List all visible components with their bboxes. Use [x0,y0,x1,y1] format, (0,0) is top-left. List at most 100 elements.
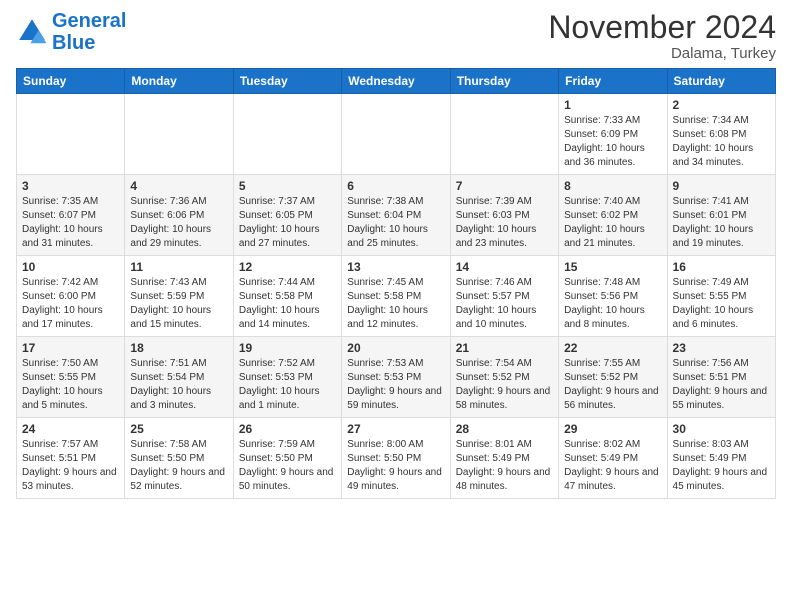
day-info: Sunrise: 8:00 AMSunset: 5:50 PMDaylight:… [347,438,444,494]
day-number: 17 [22,341,119,355]
calendar-cell [233,94,341,175]
day-number: 7 [456,179,553,193]
calendar-cell: 21Sunrise: 7:54 AMSunset: 5:52 PMDayligh… [450,337,558,418]
calendar-cell: 16 Sunrise: 7:49 AMSunset: 5:55 PMDayligh… [667,256,775,337]
day-of-week-header: Friday [559,69,667,94]
calendar-cell: 2 Sunrise: 7:34 AMSunset: 6:08 PMDaylight… [667,94,775,175]
day-info: Sunrise: 8:01 AMSunset: 5:49 PMDaylight:… [456,438,553,494]
day-info: Sunrise: 7:37 AMSunset: 6:05 PMDaylight:… [239,195,336,251]
logo: General Blue [16,10,126,54]
day-number: 19 [239,341,336,355]
day-info: Sunrise: 7:52 AMSunset: 5:53 PMDaylight:… [239,357,336,413]
day-number: 20 [347,341,444,355]
day-info: Sunrise: 7:33 AMSunset: 6:09 PMDaylight:… [564,114,661,170]
calendar-cell [342,94,450,175]
day-number: 13 [347,260,444,274]
calendar-cell: 12 Sunrise: 7:44 AMSunset: 5:58 PMDayligh… [233,256,341,337]
calendar-cell: 14 Sunrise: 7:46 AMSunset: 5:57 PMDayligh… [450,256,558,337]
calendar-week-row: 24Sunrise: 7:57 AMSunset: 5:51 PMDayligh… [17,418,776,499]
day-info: Sunrise: 7:41 AMSunset: 6:01 PMDaylight:… [673,195,770,251]
day-number: 15 [564,260,661,274]
day-number: 16 [673,260,770,274]
day-info: Sunrise: 7:58 AMSunset: 5:50 PMDaylight:… [130,438,227,494]
calendar-header-row: SundayMondayTuesdayWednesdayThursdayFrid… [17,69,776,94]
day-info: Sunrise: 7:34 AMSunset: 6:08 PMDaylight:… [673,114,770,170]
day-info: Sunrise: 7:48 AMSunset: 5:56 PMDaylight:… [564,276,661,332]
day-number: 1 [564,98,661,112]
day-info: Sunrise: 8:02 AMSunset: 5:49 PMDaylight:… [564,438,661,494]
day-info: Sunrise: 7:59 AMSunset: 5:50 PMDaylight:… [239,438,336,494]
day-of-week-header: Tuesday [233,69,341,94]
calendar-cell: 23Sunrise: 7:56 AMSunset: 5:51 PMDayligh… [667,337,775,418]
calendar-cell: 11Sunrise: 7:43 AMSunset: 5:59 PMDayligh… [125,256,233,337]
day-of-week-header: Monday [125,69,233,94]
day-number: 18 [130,341,227,355]
day-number: 24 [22,422,119,436]
day-info: Sunrise: 7:36 AMSunset: 6:06 PMDaylight:… [130,195,227,251]
day-number: 6 [347,179,444,193]
day-info: Sunrise: 7:50 AMSunset: 5:55 PMDaylight:… [22,357,119,413]
calendar-week-row: 17 Sunrise: 7:50 AMSunset: 5:55 PMDayligh… [17,337,776,418]
calendar-week-row: 3 Sunrise: 7:35 AMSunset: 6:07 PMDaylight… [17,175,776,256]
day-number: 14 [456,260,553,274]
calendar-cell: 30 Sunrise: 8:03 AMSunset: 5:49 PMDayligh… [667,418,775,499]
calendar: SundayMondayTuesdayWednesdayThursdayFrid… [16,68,776,499]
day-number: 22 [564,341,661,355]
day-of-week-header: Saturday [667,69,775,94]
calendar-cell: 20 Sunrise: 7:53 AMSunset: 5:53 PMDayligh… [342,337,450,418]
calendar-cell: 28 Sunrise: 8:01 AMSunset: 5:49 PMDayligh… [450,418,558,499]
calendar-cell [125,94,233,175]
calendar-cell [450,94,558,175]
calendar-cell: 5 Sunrise: 7:37 AMSunset: 6:05 PMDaylight… [233,175,341,256]
day-number: 28 [456,422,553,436]
calendar-week-row: 10Sunrise: 7:42 AMSunset: 6:00 PMDayligh… [17,256,776,337]
day-number: 10 [22,260,119,274]
day-info: Sunrise: 7:46 AMSunset: 5:57 PMDaylight:… [456,276,553,332]
day-number: 27 [347,422,444,436]
month-title: November 2024 [548,10,776,45]
calendar-cell: 17 Sunrise: 7:50 AMSunset: 5:55 PMDayligh… [17,337,125,418]
calendar-week-row: 1 Sunrise: 7:33 AMSunset: 6:09 PMDaylight… [17,94,776,175]
day-number: 4 [130,179,227,193]
day-number: 23 [673,341,770,355]
calendar-cell: 13Sunrise: 7:45 AMSunset: 5:58 PMDayligh… [342,256,450,337]
day-number: 25 [130,422,227,436]
title-block: November 2024 Dalama, Turkey [548,10,776,62]
day-info: Sunrise: 7:38 AMSunset: 6:04 PMDaylight:… [347,195,444,251]
calendar-cell: 15 Sunrise: 7:48 AMSunset: 5:56 PMDayligh… [559,256,667,337]
day-number: 26 [239,422,336,436]
calendar-cell: 19 Sunrise: 7:52 AMSunset: 5:53 PMDayligh… [233,337,341,418]
day-number: 12 [239,260,336,274]
day-number: 2 [673,98,770,112]
day-info: Sunrise: 7:53 AMSunset: 5:53 PMDaylight:… [347,357,444,413]
day-info: Sunrise: 7:43 AMSunset: 5:59 PMDaylight:… [130,276,227,332]
calendar-cell: 29Sunrise: 8:02 AMSunset: 5:49 PMDayligh… [559,418,667,499]
calendar-cell: 10Sunrise: 7:42 AMSunset: 6:00 PMDayligh… [17,256,125,337]
day-info: Sunrise: 7:49 AMSunset: 5:55 PMDaylight:… [673,276,770,332]
day-of-week-header: Thursday [450,69,558,94]
calendar-cell: 1 Sunrise: 7:33 AMSunset: 6:09 PMDaylight… [559,94,667,175]
calendar-cell: 3 Sunrise: 7:35 AMSunset: 6:07 PMDaylight… [17,175,125,256]
day-info: Sunrise: 7:35 AMSunset: 6:07 PMDaylight:… [22,195,119,251]
day-info: Sunrise: 8:03 AMSunset: 5:49 PMDaylight:… [673,438,770,494]
day-info: Sunrise: 7:40 AMSunset: 6:02 PMDaylight:… [564,195,661,251]
location: Dalama, Turkey [548,45,776,62]
day-info: Sunrise: 7:39 AMSunset: 6:03 PMDaylight:… [456,195,553,251]
day-number: 30 [673,422,770,436]
day-number: 9 [673,179,770,193]
calendar-cell: 22 Sunrise: 7:55 AMSunset: 5:52 PMDayligh… [559,337,667,418]
calendar-cell: 27 Sunrise: 8:00 AMSunset: 5:50 PMDayligh… [342,418,450,499]
day-number: 5 [239,179,336,193]
day-number: 3 [22,179,119,193]
day-of-week-header: Sunday [17,69,125,94]
calendar-cell: 6 Sunrise: 7:38 AMSunset: 6:04 PMDaylight… [342,175,450,256]
logo-icon [16,16,48,48]
day-info: Sunrise: 7:51 AMSunset: 5:54 PMDaylight:… [130,357,227,413]
calendar-cell: 26 Sunrise: 7:59 AMSunset: 5:50 PMDayligh… [233,418,341,499]
logo-text: General Blue [52,10,126,54]
calendar-cell: 7 Sunrise: 7:39 AMSunset: 6:03 PMDaylight… [450,175,558,256]
day-info: Sunrise: 7:55 AMSunset: 5:52 PMDaylight:… [564,357,661,413]
day-info: Sunrise: 7:44 AMSunset: 5:58 PMDaylight:… [239,276,336,332]
calendar-cell: 8Sunrise: 7:40 AMSunset: 6:02 PMDaylight… [559,175,667,256]
calendar-cell: 4 Sunrise: 7:36 AMSunset: 6:06 PMDaylight… [125,175,233,256]
